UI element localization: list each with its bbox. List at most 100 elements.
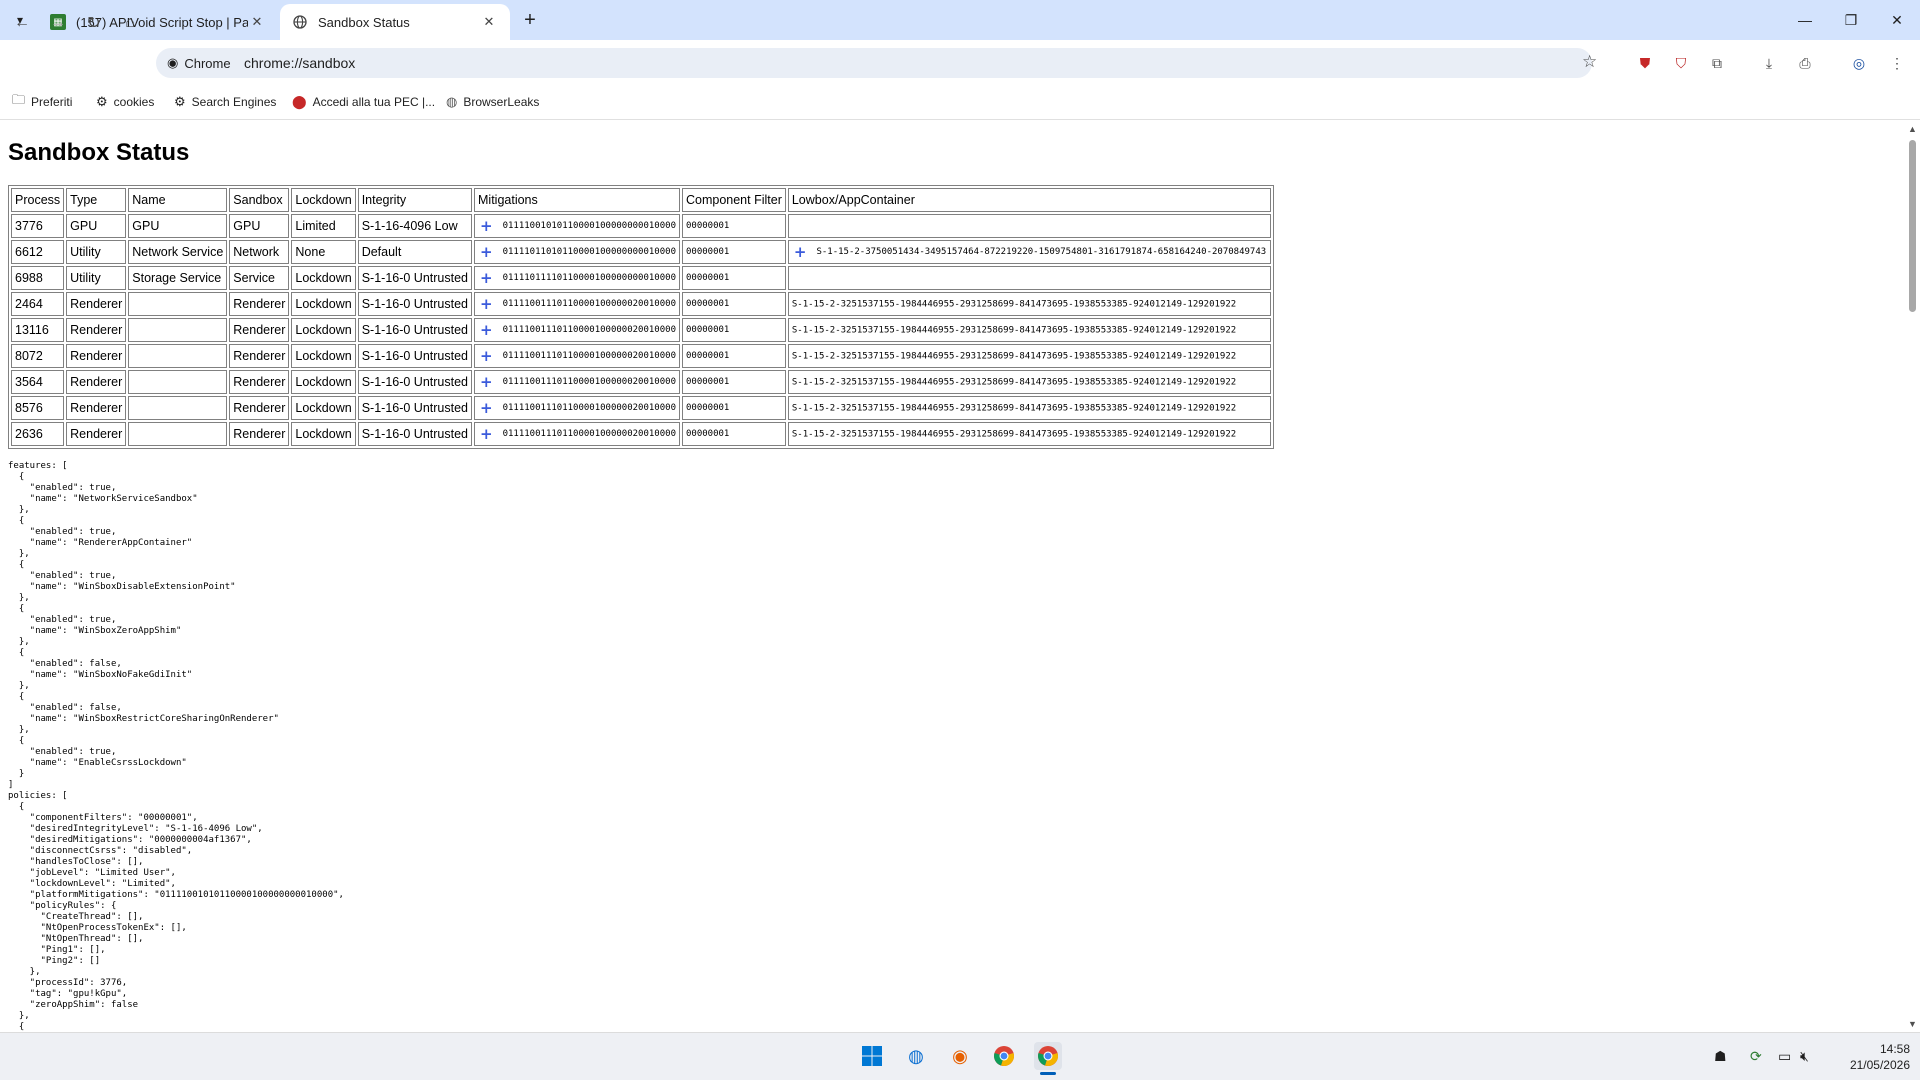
volume-muted-icon[interactable]: 🔇︎ [1800,1048,1809,1065]
tab-apivoid[interactable]: ▦ (157) APIVoid Script Stop | Page ✕ [38,4,278,40]
cell-component-filter: 00000001 [681,370,786,394]
network-icon[interactable]: ▭ [1778,1048,1791,1065]
table-row: 8576 Renderer Renderer Lockdown S-1-16-0 Unt… [11,396,1271,420]
app-browser-icon[interactable]: ◍ [902,1042,930,1070]
back-arrow-icon[interactable]: ← [8,9,36,37]
chip-label: Chrome [184,55,231,71]
expand-plus-icon[interactable]: + [480,373,493,391]
cell-sandbox: Renderer [229,422,290,446]
bookmark-pec[interactable]: ⬤ Accedi alla tua PEC |... [292,92,435,112]
cell-sandbox: GPU [229,214,290,238]
lowbox-value: S-1-15-2-3251537155-1984446955-293125869… [791,351,1237,362]
cell-lockdown: None [291,240,356,264]
privacy-shield-icon[interactable]: ⛉ [1670,52,1692,74]
expand-plus-icon[interactable]: + [794,243,807,261]
cell-name [128,292,228,316]
extensions-puzzle-icon[interactable]: ⧉ [1706,52,1728,74]
cell-component-filter: 00000001 [681,214,786,238]
cell-lockdown: Lockdown [291,370,356,394]
lowbox-value: S-1-15-2-3251537155-1984446955-293125869… [791,429,1237,440]
cell-name [128,422,228,446]
expand-plus-icon[interactable]: + [480,217,493,235]
cell-process: 6988 [11,266,65,290]
cell-lockdown: Lockdown [291,396,356,420]
restore-icon[interactable]: ❐ [1828,0,1874,40]
cell-integrity: S-1-16-0 Untrusted [357,292,473,316]
expand-plus-icon[interactable]: + [480,399,493,417]
reload-icon[interactable]: ↻ [80,9,108,37]
start-windows-icon[interactable] [858,1042,886,1070]
expand-plus-icon[interactable]: + [480,321,493,339]
bookmark-label: BrowserLeaks [463,95,540,109]
cell-type: Renderer [66,292,127,316]
cell-process: 2636 [11,422,65,446]
cell-name: Storage Service [128,266,228,290]
scroll-down-arrow-icon[interactable]: ▼ [1907,1019,1918,1029]
home-icon[interactable]: ⌂ [116,9,144,37]
tab-sandbox-status[interactable]: Sandbox Status ✕ [280,4,510,40]
cell-lockdown: Lockdown [291,318,356,342]
cell-lowbox [787,266,1271,290]
bookmark-search-engines[interactable]: ⚙ Search Engines [174,92,276,112]
ublock-shield-icon[interactable]: ⛊ [1634,52,1656,74]
lowbox-value: S-1-15-2-3251537155-1984446955-293125869… [791,325,1237,336]
bookmark-browserleaks[interactable]: ◍ BrowserLeaks [446,92,539,112]
table-header-row: Process Type Name Sandbox Lockdown Integ… [11,188,1271,212]
sandbox-table: Process Type Name Sandbox Lockdown Integ… [8,185,1274,449]
address-bar[interactable] [156,48,1592,78]
table-row: 3776 GPU GPU GPU Limited S-1-16-4096 Low +0111… [11,214,1271,238]
col-lowbox: Lowbox/AppContainer [787,188,1271,212]
cell-mitigations: +01111001110110000100000020010000 [474,422,680,446]
cell-sandbox: Renderer [229,292,290,316]
col-component-filter: Component Filter [681,188,786,212]
cell-mitigations: +01111001110110000100000020010000 [474,370,680,394]
cell-lockdown: Lockdown [291,266,356,290]
gear-icon: ⚙ [96,94,108,109]
cell-process: 2464 [11,292,65,316]
cell-name [128,370,228,394]
table-row: 8072 Renderer Renderer Lockdown S-1-16-0 Unt… [11,344,1271,368]
url-text[interactable]: chrome://sandbox [244,55,355,71]
bookmark-label: Accedi alla tua PEC |... [312,95,436,109]
bookmark-cookies[interactable]: ⚙ cookies [96,92,154,112]
expand-plus-icon[interactable]: + [480,269,493,287]
cell-mitigations: +01111001110110000100000020010000 [474,318,680,342]
expand-plus-icon[interactable]: + [480,347,493,365]
download-icon[interactable]: ⤓ [1758,52,1780,74]
profile-avatar-icon[interactable]: ◎ [1848,52,1870,74]
cell-integrity: S-1-16-0 Untrusted [357,344,473,368]
cell-component-filter: 00000001 [681,266,786,290]
tray-sync-icon[interactable]: ⟳ [1750,1048,1762,1065]
forward-arrow-icon[interactable]: → [44,9,72,37]
clock-time: 14:58 [1879,1042,1910,1056]
cell-sandbox: Renderer [229,370,290,394]
menu-kebab-icon[interactable]: ⋮ [1886,52,1908,74]
system-clock[interactable]: 14:58 21/05/2026 [1830,1041,1910,1073]
bookmark-preferiti[interactable]: 🗀 Preferiti [12,92,72,112]
expand-plus-icon[interactable]: + [480,295,493,313]
tray-app-icon[interactable]: ☗ [1714,1048,1727,1065]
expand-plus-icon[interactable]: + [480,243,493,261]
new-tab-button[interactable]: + [518,8,542,32]
firefox-icon[interactable]: ◉ [946,1042,974,1070]
cell-name [128,396,228,420]
site-info-chip[interactable]: ◉ Chrome [167,53,231,73]
col-process: Process [11,188,65,212]
expand-plus-icon[interactable]: + [480,425,493,443]
close-window-icon[interactable]: ✕ [1874,0,1920,40]
scrollbar-thumb[interactable] [1909,140,1916,312]
chrome-active-icon[interactable] [1034,1042,1062,1070]
cell-integrity: S-1-16-0 Untrusted [357,266,473,290]
cell-process: 3564 [11,370,65,394]
tab-close-icon[interactable]: ✕ [248,14,266,30]
minimize-icon[interactable]: — [1782,0,1828,40]
cell-lockdown: Limited [291,214,356,238]
cell-mitigations: +01111001110110000100000020010000 [474,344,680,368]
cell-process: 8576 [11,396,65,420]
tab-close-icon[interactable]: ✕ [480,14,498,30]
cell-mitigations: +01111001110110000100000020010000 [474,396,680,420]
star-icon[interactable]: ☆ [1582,52,1597,72]
chrome-icon[interactable] [990,1042,1018,1070]
print-icon[interactable]: ⎙ [1794,52,1816,74]
scroll-up-arrow-icon[interactable]: ▲ [1907,124,1918,134]
